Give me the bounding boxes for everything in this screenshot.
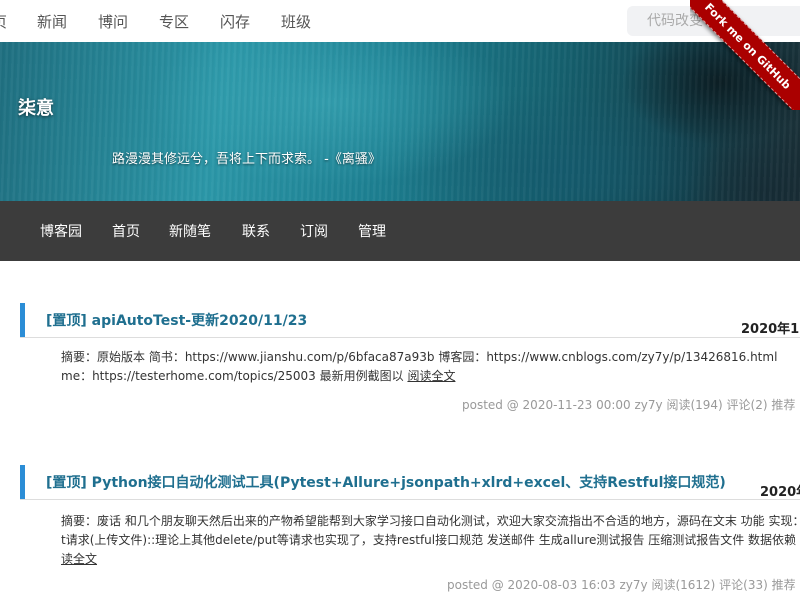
topnav-home-link[interactable]: 页 (0, 11, 7, 32)
post-date: 2020年1 (741, 322, 800, 337)
blognav-subscribe-link[interactable]: 订阅 (300, 221, 328, 241)
post-title-accent (20, 465, 25, 499)
github-ribbon: Fork me on GitHub (690, 0, 800, 110)
post-date: 2020年 (760, 485, 800, 500)
read-more-link[interactable]: 读全文 (61, 552, 97, 566)
blognav-admin-link[interactable]: 管理 (358, 221, 386, 241)
fork-me-on-github-link[interactable]: Fork me on GitHub (690, 0, 800, 110)
post-summary-line: 摘要：废话 和几个朋友聊天然后出来的产物希望能帮到大家学习接口自动化测试，欢迎大… (61, 514, 800, 528)
post-title-link[interactable]: [置顶] Python接口自动化测试工具(Pytest+Allure+jsonp… (46, 472, 726, 492)
blognav-cnblogs-link[interactable]: 博客园 (40, 221, 82, 241)
post-summary-text: me：https://testerhome.com/topics/25003 最… (61, 369, 408, 383)
topnav-questions-link[interactable]: 博问 (98, 11, 128, 32)
blognav-new-post-link[interactable]: 新随笔 (169, 221, 211, 241)
post-summary-line: t请求(上传文件)::理论上其他delete/put等请求也实现了，支持rest… (61, 533, 797, 547)
post-title-divider (20, 337, 800, 338)
post-summary-line: 读全文 (61, 550, 800, 569)
blog-header-banner: 柒意 路漫漫其修远兮，吾将上下而求索。 -《离骚》 (0, 42, 800, 201)
banner-texture (0, 42, 800, 201)
blognav-home-link[interactable]: 首页 (112, 221, 140, 241)
topnav-zone-link[interactable]: 专区 (159, 11, 189, 32)
blog-subtitle: 路漫漫其修远兮，吾将上下而求索。 -《离骚》 (112, 152, 381, 167)
post-summary-line: 摘要：原始版本 简书：https://www.jianshu.com/p/6bf… (61, 350, 778, 364)
site-top-nav: 页 新闻 博问 专区 闪存 班级 (0, 0, 800, 42)
topnav-news-link[interactable]: 新闻 (37, 11, 67, 32)
topnav-flash-link[interactable]: 闪存 (220, 11, 250, 32)
blog-title[interactable]: 柒意 (18, 94, 54, 120)
post-title-accent (20, 303, 25, 337)
post-title-link[interactable]: [置顶] apiAutoTest-更新2020/11/23 (46, 310, 307, 330)
post-meta: posted @ 2020-11-23 00:00 zy7y 阅读(194) 评… (462, 398, 796, 412)
topnav-class-link[interactable]: 班级 (281, 11, 311, 32)
blognav-contact-link[interactable]: 联系 (242, 221, 270, 241)
read-more-link[interactable]: 阅读全文 (407, 369, 455, 383)
post-summary: 摘要：原始版本 简书：https://www.jianshu.com/p/6bf… (61, 348, 800, 386)
post-summary-line: me：https://testerhome.com/topics/25003 最… (61, 367, 800, 386)
post-summary: 摘要：废话 和几个朋友聊天然后出来的产物希望能帮到大家学习接口自动化测试，欢迎大… (61, 512, 800, 569)
post-title-divider (20, 499, 800, 500)
blog-nav-bar: 博客园 首页 新随笔 联系 订阅 管理 (0, 201, 800, 261)
post-meta: posted @ 2020-08-03 16:03 zy7y 阅读(1612) … (447, 578, 796, 592)
